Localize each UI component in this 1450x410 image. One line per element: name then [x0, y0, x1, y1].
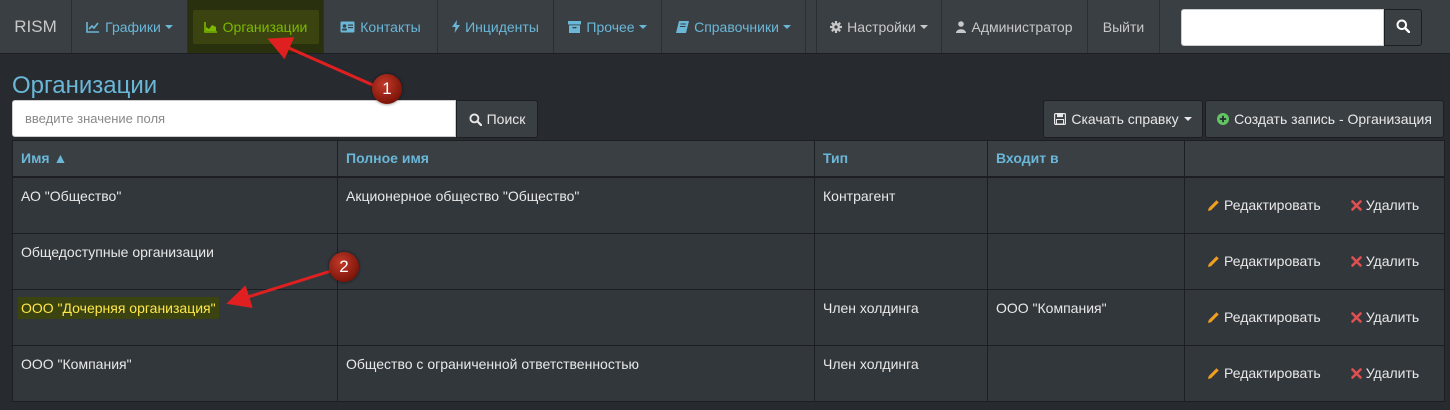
search-button[interactable]: Поиск — [456, 100, 538, 138]
pencil-icon — [1207, 199, 1220, 212]
close-icon — [1350, 367, 1362, 379]
cell-name: ООО "Дочерняя организация" — [12, 288, 338, 346]
filter-input[interactable] — [12, 100, 456, 137]
annotation-badge-1: 1 — [372, 74, 402, 104]
edit-button[interactable]: Редактировать — [1207, 253, 1321, 269]
column-header-name[interactable]: Имя ▲ — [12, 140, 338, 178]
chevron-down-icon — [919, 24, 928, 29]
chevron-down-icon — [164, 24, 173, 29]
nav-item-settings[interactable]: Настройки — [816, 0, 942, 53]
page-title: Организации — [12, 72, 158, 99]
column-header-parent[interactable]: Входит в — [987, 140, 1185, 178]
chart-area-icon — [203, 21, 218, 33]
pencil-icon — [1207, 311, 1220, 324]
column-header-type[interactable]: Тип — [814, 140, 988, 178]
organizations-table: Имя ▲ Полное имя Тип Входит в АО "Общест… — [12, 140, 1445, 402]
nav-item-admin-label: Администратор — [971, 18, 1073, 35]
chevron-down-icon — [638, 24, 647, 29]
cell-name: Общедоступные организации — [12, 232, 338, 290]
cell-actions: Редактировать Удалить — [1184, 344, 1445, 402]
nav-item-organizations-label: Организации — [222, 18, 308, 35]
brand-label: RISM — [14, 16, 57, 36]
nav-item-settings-label: Настройки — [847, 18, 916, 35]
table-row: ООО "Дочерняя организация" Член холдинга… — [12, 288, 1445, 346]
floppy-disk-icon — [1054, 113, 1067, 125]
search-button-label: Поиск — [486, 111, 526, 127]
cell-name: ООО "Компания" — [12, 344, 338, 402]
nav-item-organizations[interactable]: Организации — [188, 0, 324, 53]
highlighted-name: ООО "Дочерняя организация" — [18, 296, 219, 319]
nav-item-admin[interactable]: Администратор — [942, 0, 1088, 53]
create-organization-button[interactable]: Создать запись - Организация — [1205, 100, 1444, 138]
id-card-icon — [340, 21, 355, 33]
table-header-row: Имя ▲ Полное имя Тип Входит в — [12, 140, 1445, 178]
close-icon — [1350, 311, 1362, 323]
close-icon — [1350, 255, 1362, 267]
edit-button[interactable]: Редактировать — [1207, 197, 1321, 213]
edit-button[interactable]: Редактировать — [1207, 365, 1321, 381]
cell-actions: Редактировать Удалить — [1184, 288, 1445, 346]
search-icon — [1396, 19, 1411, 36]
cell-parent — [987, 232, 1185, 290]
cell-parent: ООО "Компания" — [987, 288, 1185, 346]
cell-full-name — [337, 288, 815, 346]
download-report-label: Скачать справку — [1071, 111, 1179, 127]
nav-item-contacts-label: Контакты — [360, 18, 421, 35]
pencil-icon — [1207, 255, 1220, 268]
nav-item-charts[interactable]: Графики — [72, 0, 188, 53]
nav-item-other[interactable]: Прочее — [554, 0, 662, 53]
cell-type: Член холдинга — [814, 288, 988, 346]
search-icon — [469, 112, 482, 126]
cell-parent — [987, 344, 1185, 402]
nav-item-contacts[interactable]: Контакты — [324, 0, 438, 53]
table-row: АО "Общество" Акционерное общество "Обще… — [12, 176, 1445, 234]
archive-icon — [568, 20, 582, 33]
cell-type: Член холдинга — [814, 344, 988, 402]
delete-button[interactable]: Удалить — [1350, 197, 1419, 213]
nav-item-other-label: Прочее — [586, 18, 635, 35]
column-header-actions — [1184, 140, 1445, 178]
navbar-search — [1181, 9, 1422, 46]
delete-button[interactable]: Удалить — [1350, 253, 1419, 269]
nav-item-logout-label: Выйти — [1102, 18, 1145, 35]
cell-name: АО "Общество" — [12, 176, 338, 234]
navbar-search-input[interactable] — [1181, 9, 1384, 46]
pencil-icon — [1207, 367, 1220, 380]
chart-line-icon — [86, 21, 100, 33]
navbar-search-button[interactable] — [1384, 9, 1422, 46]
annotation-badge-2: 2 — [329, 252, 359, 282]
nav-item-references-label: Справочники — [694, 18, 779, 35]
book-icon — [676, 20, 690, 33]
gear-icon — [830, 20, 843, 33]
column-header-full-name[interactable]: Полное имя — [337, 140, 815, 178]
brand-logo[interactable]: RISM — [0, 0, 72, 53]
nav-item-incidents-label: Инциденты — [465, 18, 539, 35]
nav-item-charts-label: Графики — [105, 18, 161, 35]
cell-type — [814, 232, 988, 290]
plus-circle-icon — [1217, 113, 1230, 125]
cell-actions: Редактировать Удалить — [1184, 176, 1445, 234]
download-report-button[interactable]: Скачать справку — [1043, 100, 1203, 138]
create-organization-label: Создать запись - Организация — [1234, 111, 1432, 127]
cell-full-name: Общество с ограниченной ответственностью — [337, 344, 815, 402]
delete-button[interactable]: Удалить — [1350, 365, 1419, 381]
nav-item-logout[interactable]: Выйти — [1088, 0, 1160, 53]
chevron-down-icon — [782, 24, 791, 29]
cell-actions: Редактировать Удалить — [1184, 232, 1445, 290]
cell-full-name: Акционерное общество "Общество" — [337, 176, 815, 234]
delete-button[interactable]: Удалить — [1350, 309, 1419, 325]
table-row: ООО "Компания" Общество с ограниченной о… — [12, 344, 1445, 402]
nav-item-references[interactable]: Справочники — [662, 0, 806, 53]
cell-full-name — [337, 232, 815, 290]
edit-button[interactable]: Редактировать — [1207, 309, 1321, 325]
table-row: Общедоступные организации Редактировать … — [12, 232, 1445, 290]
chevron-down-icon — [1183, 117, 1192, 121]
nav-item-incidents[interactable]: Инциденты — [438, 0, 554, 53]
cell-type: Контрагент — [814, 176, 988, 234]
close-icon — [1350, 199, 1362, 211]
bolt-icon — [452, 20, 461, 33]
cell-parent — [987, 176, 1185, 234]
user-icon — [956, 20, 967, 33]
top-navbar: RISM Графики Организации Контакты Инциде… — [0, 0, 1450, 54]
